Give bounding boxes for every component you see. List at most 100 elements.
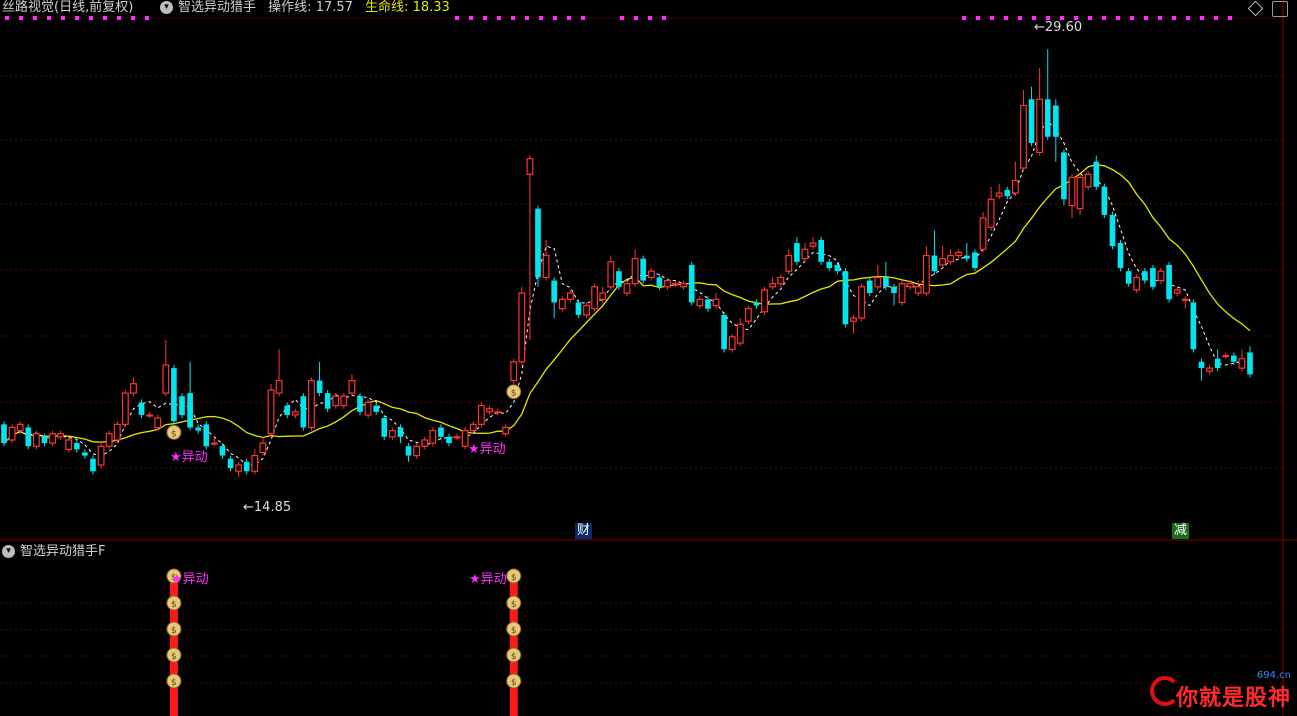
- reduce-tag[interactable]: 减: [1172, 523, 1190, 539]
- candle-body-down: [219, 446, 226, 456]
- candle-body-down: [1141, 271, 1148, 281]
- candle-body-down: [826, 261, 833, 269]
- candle-body-up: [421, 439, 429, 447]
- signal-dot: [962, 16, 966, 20]
- signal-dot: [1158, 16, 1162, 20]
- candle-body-down: [195, 427, 202, 431]
- candle-body-up: [1133, 276, 1141, 291]
- signal-bar: [169, 572, 178, 716]
- candle-body-up: [130, 383, 137, 394]
- candle-body-up: [874, 276, 882, 288]
- candle-body-up: [526, 158, 534, 175]
- candle-body-up: [769, 283, 777, 288]
- finance-tag[interactable]: 财: [575, 523, 593, 539]
- candle-body-up: [801, 248, 809, 260]
- candle-body-up: [647, 270, 655, 279]
- candle-body-up: [518, 292, 526, 363]
- high-price-label: ←29.60: [1034, 20, 1083, 35]
- candle-body-up: [210, 442, 218, 445]
- candle-body-up: [1238, 358, 1246, 369]
- stock-title[interactable]: 丝路视觉(日线,前复权): [2, 0, 133, 15]
- indicator-name[interactable]: 智选异动猎手: [178, 0, 256, 15]
- candle-body-down: [616, 271, 622, 287]
- candle-body-down: [1061, 152, 1067, 200]
- candle-body-up: [146, 414, 154, 417]
- candle-body-up: [105, 433, 113, 447]
- candle-body-up: [809, 242, 817, 247]
- sub-signal-label: ★异动: [469, 572, 507, 587]
- candle-body-down: [438, 427, 444, 437]
- candle-body-up: [275, 379, 283, 394]
- candle-body-up: [1222, 354, 1230, 358]
- candle-body-up: [623, 283, 631, 294]
- candle-body-up: [1068, 176, 1076, 207]
- signal-dot: [648, 16, 652, 20]
- candle-body-up: [113, 423, 121, 441]
- signal-label: ★异动: [468, 442, 506, 457]
- candle-body-down: [794, 243, 800, 262]
- signal-dot: [1102, 16, 1106, 20]
- candle-body-up: [494, 411, 501, 414]
- candle-body-up: [777, 276, 785, 285]
- candle-body-up: [995, 192, 1003, 197]
- main-header: 丝路视觉(日线,前复权): [2, 0, 133, 16]
- candle-body-up: [1036, 98, 1044, 154]
- signal-dot: [469, 16, 473, 20]
- candle-body-down: [1230, 355, 1237, 362]
- money-bag-glyph: $: [171, 678, 177, 688]
- candle-body-up: [16, 423, 24, 432]
- candle-body-up: [979, 217, 987, 250]
- candle-body-down: [316, 380, 323, 394]
- candle-body-up: [955, 251, 963, 257]
- candle-body-down: [25, 427, 32, 447]
- candle-body-down: [1, 424, 7, 444]
- candle-body-down: [373, 405, 380, 412]
- signal-dot: [620, 16, 624, 20]
- indicator-menu-icon[interactable]: ▾: [160, 1, 173, 14]
- candle-body-down: [1093, 161, 1100, 187]
- sub-panel-menu-icon[interactable]: ▾: [2, 545, 15, 558]
- candle-body-down: [1214, 358, 1221, 369]
- candle-body-down: [931, 255, 938, 272]
- candle-body-down: [1109, 214, 1116, 247]
- candle-body-down: [656, 277, 663, 287]
- candle-body-down: [446, 436, 452, 444]
- candle-body-down: [82, 452, 88, 456]
- candle-body-up: [308, 379, 315, 429]
- signal-dot: [567, 16, 571, 20]
- sub-panel-title[interactable]: 智选异动猎手F: [20, 544, 105, 560]
- signal-dot: [553, 16, 557, 20]
- signal-dot: [61, 16, 65, 20]
- money-bag-glyph: $: [511, 652, 517, 662]
- candle-body-down: [972, 252, 978, 269]
- candle-body-up: [591, 286, 599, 310]
- candle-body-down: [397, 427, 404, 437]
- candle-body-up: [696, 298, 704, 307]
- candle-body-down: [381, 418, 388, 437]
- candle-body-down: [640, 258, 647, 281]
- candle-body-up: [49, 433, 56, 444]
- signal-dot: [525, 16, 529, 20]
- candle-body-up: [251, 455, 259, 472]
- signal-dot: [497, 16, 501, 20]
- op-line-value: 17.57: [315, 0, 353, 15]
- signal-dot: [47, 16, 51, 20]
- panel-toggle-icon[interactable]: [1272, 1, 1288, 17]
- candle-body-down: [1125, 271, 1132, 284]
- candle-body-up: [259, 442, 267, 454]
- candle-body-down: [891, 286, 897, 294]
- candle-body-up: [922, 254, 930, 294]
- kline-chart[interactable]: $$ $$$$$$$$$$: [0, 0, 1297, 716]
- candle-body-down: [90, 458, 96, 472]
- candlestick-series: [1, 49, 1253, 478]
- candle-body-up: [566, 292, 574, 300]
- candle-body-up: [97, 445, 105, 466]
- candle-body-down: [818, 239, 825, 262]
- candle-body-up: [914, 286, 922, 294]
- money-bag-glyph: $: [511, 678, 517, 688]
- signal-dot: [1144, 16, 1148, 20]
- candle-body-up: [469, 423, 477, 432]
- signal-dot: [483, 16, 487, 20]
- signal-dot: [33, 16, 37, 20]
- candle-body-down: [138, 402, 145, 415]
